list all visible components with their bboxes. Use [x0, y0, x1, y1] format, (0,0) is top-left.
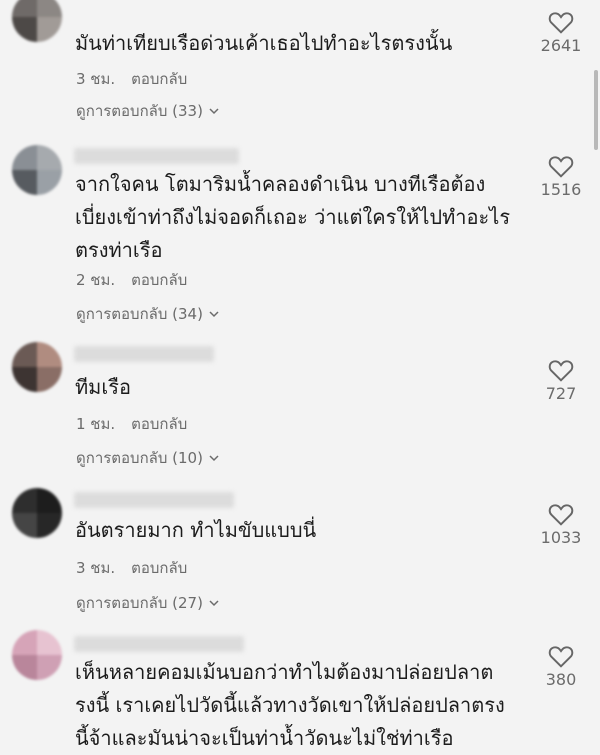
avatar[interactable]: [12, 145, 62, 195]
comment-text: มันท่าเทียบเรือด่วนเค้าเธอไปทำอะไรตรงนั้…: [75, 31, 453, 55]
username-blurred[interactable]: [74, 148, 239, 164]
heart-icon: [548, 504, 574, 526]
comment-text: ทีมเรือ: [75, 375, 131, 399]
comment-meta: 3 ชม. ตอบกลับ: [76, 67, 187, 91]
avatar[interactable]: [12, 488, 62, 538]
chevron-down-icon: [209, 108, 219, 115]
reply-button[interactable]: ตอบกลับ: [131, 70, 187, 88]
heart-icon: [548, 360, 574, 382]
avatar[interactable]: [12, 342, 62, 392]
like-count: 727: [545, 384, 577, 403]
like-count: 1516: [540, 180, 582, 199]
comment-time: 3 ชม.: [76, 559, 116, 577]
username-blurred[interactable]: [74, 492, 234, 508]
scrollbar[interactable]: [594, 70, 598, 150]
view-replies-label: ดูการตอบกลับ (27): [76, 594, 203, 612]
like-button[interactable]: 727: [530, 358, 592, 403]
chevron-down-icon: [209, 455, 219, 462]
comment-text: เห็นหลายคอมเม้นบอกว่าทำไมต้องมาปล่อยปลาต…: [75, 660, 505, 750]
view-replies-button[interactable]: ดูการตอบกลับ (34): [76, 302, 219, 326]
view-replies-label: ดูการตอบกลับ (33): [76, 102, 203, 120]
reply-button[interactable]: ตอบกลับ: [131, 559, 187, 577]
like-button[interactable]: 1516: [530, 154, 592, 199]
like-count: 1033: [540, 528, 582, 547]
heart-icon: [548, 646, 574, 668]
heart-icon: [548, 156, 574, 178]
comment-time: 1 ชม.: [76, 415, 116, 433]
like-count: 2641: [540, 36, 582, 55]
view-replies-button[interactable]: ดูการตอบกลับ (10): [76, 446, 219, 470]
view-replies-button[interactable]: ดูการตอบกลับ (33): [76, 99, 219, 123]
reply-button[interactable]: ตอบกลับ: [131, 415, 187, 433]
comment-text: อันตรายมาก ทำไมขับแบบนี่: [75, 518, 317, 542]
avatar[interactable]: [12, 0, 62, 42]
username-blurred[interactable]: [74, 346, 214, 362]
like-button[interactable]: 380: [530, 644, 592, 689]
comment-meta: 3 ชม. ตอบกลับ: [76, 556, 187, 580]
view-replies-button[interactable]: ดูการตอบกลับ (27): [76, 591, 219, 615]
username-blurred[interactable]: [74, 636, 244, 652]
chevron-down-icon: [209, 311, 219, 318]
view-replies-label: ดูการตอบกลับ (34): [76, 305, 203, 323]
heart-icon: [548, 12, 574, 34]
chevron-down-icon: [209, 600, 219, 607]
view-replies-label: ดูการตอบกลับ (10): [76, 449, 203, 467]
avatar[interactable]: [12, 630, 62, 680]
comment-time: 2 ชม.: [76, 271, 116, 289]
comment-meta: 2 ชม. ตอบกลับ: [76, 268, 187, 292]
comment-time: 3 ชม.: [76, 70, 116, 88]
comment-text: จากใจคน โตมาริมน้ำคลองดำเนิน บางทีเรือต้…: [75, 172, 511, 262]
like-button[interactable]: 2641: [530, 10, 592, 55]
like-button[interactable]: 1033: [530, 502, 592, 547]
comment-meta: 1 ชม. ตอบกลับ: [76, 412, 187, 436]
reply-button[interactable]: ตอบกลับ: [131, 271, 187, 289]
like-count: 380: [545, 670, 577, 689]
